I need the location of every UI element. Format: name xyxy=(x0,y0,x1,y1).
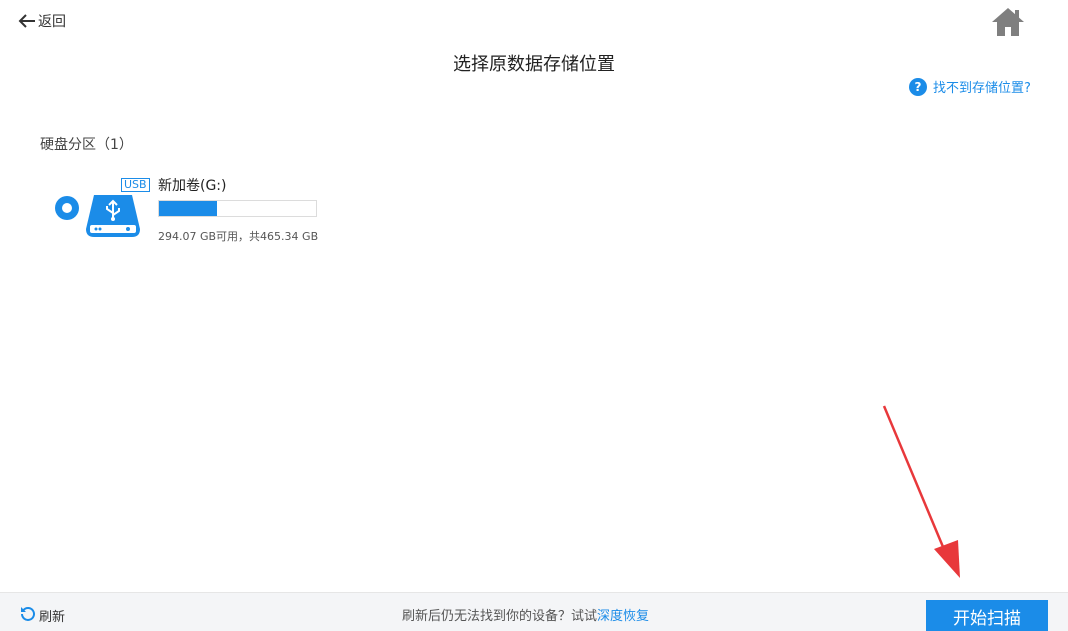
back-label: 返回 xyxy=(38,14,66,30)
radio-selected-dot xyxy=(62,203,72,213)
bottom-bar: 刷新 刷新后仍无法找到你的设备？试试深度恢复 开始扫描 xyxy=(0,592,1068,631)
bottom-hint-text: 刷新后仍无法找到你的设备？试试 xyxy=(402,609,598,624)
drive-item[interactable]: USB 新加卷(G:) 294.07 GB可用，共465.34 GB xyxy=(55,172,335,244)
refresh-icon xyxy=(20,605,36,625)
drive-capacity: 294.07 GB可用，共465.34 GB xyxy=(158,230,318,243)
start-scan-button[interactable]: 开始扫描 xyxy=(926,600,1048,631)
usage-bar-fill xyxy=(159,201,217,216)
help-link[interactable]: ? 找不到存储位置? xyxy=(909,77,1031,96)
page-title: 选择原数据存储位置 xyxy=(453,54,615,75)
section-title: 硬盘分区（1） xyxy=(40,137,133,153)
annotation-arrow xyxy=(882,405,960,578)
drive-name: 新加卷(G:) xyxy=(158,178,227,194)
bottom-hint: 刷新后仍无法找到你的设备？试试深度恢复 xyxy=(402,605,649,624)
question-circle-icon: ? xyxy=(909,77,927,96)
usage-bar xyxy=(158,200,317,217)
drive-radio[interactable] xyxy=(55,196,79,220)
arrow-left-icon xyxy=(18,13,36,29)
usb-drive-icon xyxy=(86,195,140,237)
usb-tag: USB xyxy=(121,178,150,192)
home-button[interactable] xyxy=(990,6,1026,38)
home-icon xyxy=(992,8,1024,36)
back-button[interactable]: 返回 xyxy=(18,11,66,31)
deep-recovery-link[interactable]: 深度恢复 xyxy=(597,609,649,624)
refresh-button[interactable]: 刷新 xyxy=(20,605,65,625)
refresh-label: 刷新 xyxy=(39,609,66,625)
help-link-label: 找不到存储位置? xyxy=(933,81,1031,96)
select-location-page: 返回 选择原数据存储位置 ? 找不到存储位置? 硬盘分区（1） USB 新加卷(… xyxy=(0,0,1068,631)
